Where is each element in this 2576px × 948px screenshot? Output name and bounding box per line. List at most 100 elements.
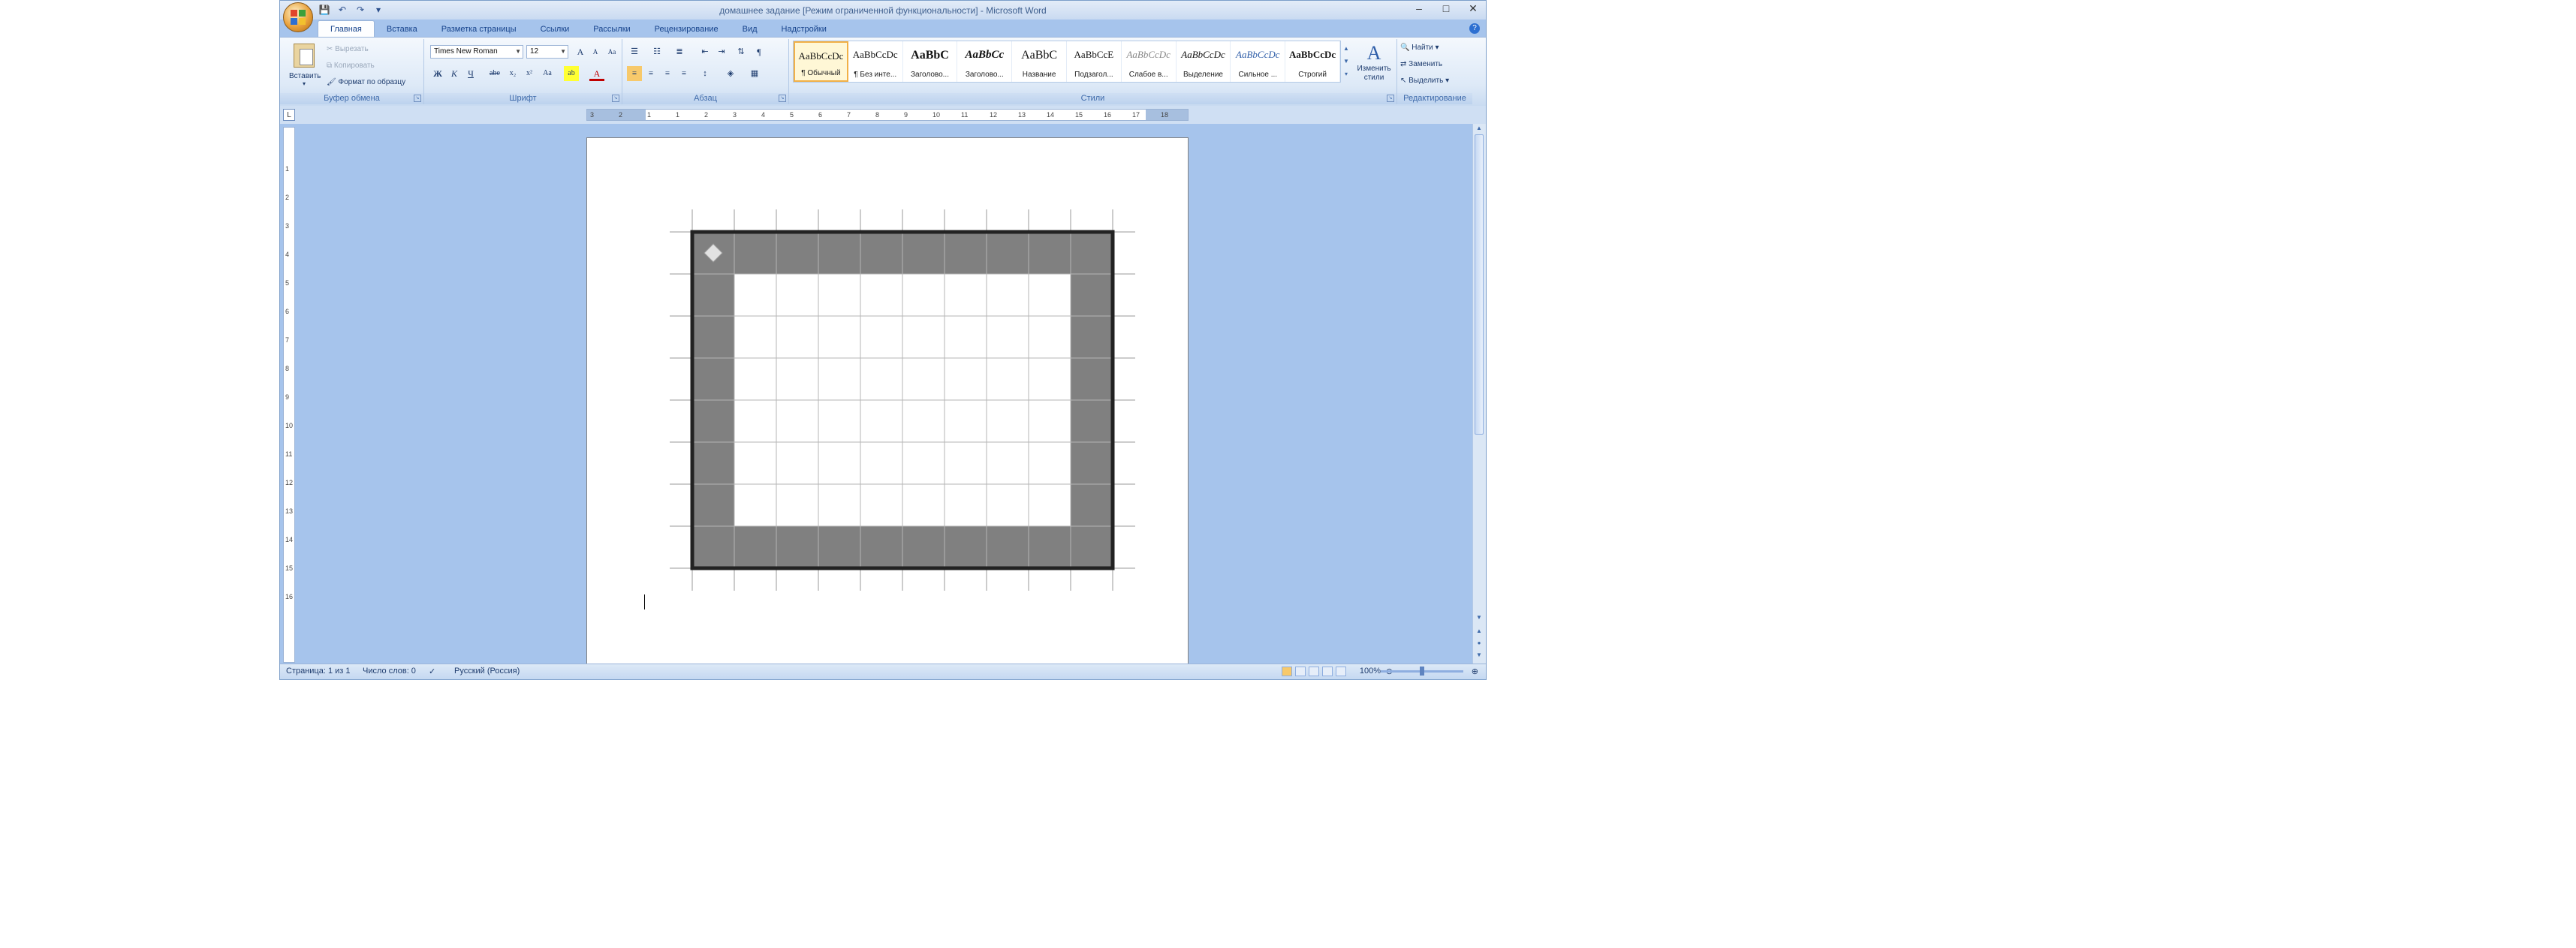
table-grid[interactable] xyxy=(670,209,1135,594)
tab-references[interactable]: Ссылки xyxy=(529,21,582,38)
zoom-in-icon[interactable]: ⊕ xyxy=(1472,667,1478,676)
next-page-icon[interactable]: ▼ xyxy=(1475,651,1484,660)
italic-button[interactable]: К xyxy=(447,66,462,81)
tab-review[interactable]: Рецензирование xyxy=(643,21,731,38)
tab-selector[interactable]: L xyxy=(283,109,295,121)
font-launcher-icon[interactable]: ↘ xyxy=(612,95,619,102)
prev-page-icon[interactable]: ▲ xyxy=(1475,627,1484,636)
maximize-button[interactable]: □ xyxy=(1438,2,1454,15)
customize-qat-icon[interactable]: ▾ xyxy=(372,4,385,16)
print-layout-view-icon[interactable] xyxy=(1282,667,1292,676)
minimize-button[interactable]: – xyxy=(1411,2,1427,15)
align-center-icon[interactable]: ≡ xyxy=(643,66,658,81)
grow-font-button[interactable]: A xyxy=(573,44,588,59)
style-intense-emphasis[interactable]: AaBbCcDc Сильное ... xyxy=(1231,41,1286,82)
numbering-icon[interactable]: ☷ xyxy=(649,44,664,59)
scroll-thumb[interactable] xyxy=(1475,134,1484,435)
line-spacing-icon[interactable]: ↕ xyxy=(697,66,713,81)
chevron-down-icon[interactable]: ▼ xyxy=(560,46,566,58)
format-painter-button[interactable]: 🖌 Формат по образцу xyxy=(327,78,405,86)
change-case-button[interactable]: Aa xyxy=(540,66,555,81)
scroll-up-icon[interactable]: ▲ xyxy=(1475,124,1484,133)
horizontal-ruler[interactable]: 3 2 1 1 2 3 4 5 6 7 8 9 10 11 12 13 14 15 16 17 18 xyxy=(586,109,1189,121)
tab-insert[interactable]: Вставка xyxy=(375,21,429,38)
find-button[interactable]: 🔍 Найти ▾ xyxy=(1400,44,1439,52)
office-button[interactable] xyxy=(283,2,313,32)
style-subtitle[interactable]: AaBbCcE Подзагол... xyxy=(1067,41,1122,82)
vertical-scrollbar[interactable]: ▲ ▼ ▲ ● ▼ xyxy=(1472,124,1486,666)
shading-icon[interactable]: ◈ xyxy=(723,66,738,81)
web-layout-view-icon[interactable] xyxy=(1309,667,1319,676)
redo-icon[interactable]: ↷ xyxy=(354,4,367,16)
tab-addins[interactable]: Надстройки xyxy=(770,21,839,38)
copy-button[interactable]: ⧉ Копировать xyxy=(327,62,375,70)
styles-launcher-icon[interactable]: ↘ xyxy=(1387,95,1394,102)
empty-cell xyxy=(776,441,819,485)
font-name-combo[interactable]: Times New Roman ▼ xyxy=(430,45,523,59)
strikethrough-button[interactable]: abe xyxy=(487,66,502,81)
status-words[interactable]: Число слов: 0 xyxy=(363,667,416,676)
vertical-ruler[interactable]: 1 2 3 4 5 6 7 8 9 10 11 12 13 14 15 16 xyxy=(283,127,295,663)
gallery-scroll[interactable]: ▲ ▼ ▾ xyxy=(1342,42,1350,81)
paste-button[interactable]: Вставить ▾ xyxy=(289,44,321,93)
empty-cell xyxy=(986,357,1029,401)
close-button[interactable]: ✕ xyxy=(1465,2,1481,15)
align-left-icon[interactable]: ≡ xyxy=(627,66,642,81)
clear-formatting-button[interactable]: Aa xyxy=(604,44,619,59)
status-language[interactable]: Русский (Россия) xyxy=(454,667,520,676)
clipboard-launcher-icon[interactable]: ↘ xyxy=(414,95,421,102)
style-strong[interactable]: AaBbCcDc Строгий xyxy=(1285,41,1340,82)
sort-icon[interactable]: ⇅ xyxy=(734,44,749,59)
align-right-icon[interactable]: ≡ xyxy=(660,66,675,81)
style-normal[interactable]: AaBbCcDc ¶ Обычный xyxy=(794,41,848,82)
style-title[interactable]: AaBbC Название xyxy=(1012,41,1067,82)
save-icon[interactable]: 💾 xyxy=(318,4,331,16)
tab-mailings[interactable]: Рассылки xyxy=(581,21,642,38)
zoom-slider-knob[interactable] xyxy=(1420,667,1424,676)
paragraph-launcher-icon[interactable]: ↘ xyxy=(779,95,786,102)
style-no-spacing[interactable]: AaBbCcDc ¶ Без инте... xyxy=(848,41,903,82)
undo-icon[interactable]: ↶ xyxy=(336,4,349,16)
status-page[interactable]: Страница: 1 из 1 xyxy=(286,667,351,676)
font-size-combo[interactable]: 12 ▼ xyxy=(526,45,568,59)
tab-home[interactable]: Главная xyxy=(318,20,375,38)
zoom-level[interactable]: 100% xyxy=(1360,667,1381,676)
browse-object-icon[interactable]: ● xyxy=(1475,639,1484,648)
change-styles-button[interactable]: A Изменить стили xyxy=(1354,42,1394,87)
decrease-indent-icon[interactable]: ⇤ xyxy=(697,44,713,59)
document-page[interactable] xyxy=(586,137,1189,667)
style-heading-2[interactable]: AaBbCc Заголово... xyxy=(957,41,1013,82)
tab-page-layout[interactable]: Разметка страницы xyxy=(429,21,529,38)
borders-icon[interactable]: ▦ xyxy=(747,66,762,81)
spelling-check-icon[interactable]: ✓ xyxy=(429,667,435,676)
font-color-button[interactable]: A xyxy=(589,66,604,81)
shaded-cell xyxy=(691,357,735,401)
bullets-icon[interactable]: ☰ xyxy=(627,44,642,59)
increase-indent-icon[interactable]: ⇥ xyxy=(714,44,729,59)
chevron-down-icon[interactable]: ▼ xyxy=(515,46,521,58)
draft-view-icon[interactable] xyxy=(1336,667,1346,676)
ribbon-tabs: Главная Вставка Разметка страницы Ссылки… xyxy=(318,20,839,38)
empty-cell xyxy=(776,483,819,527)
justify-icon[interactable]: ≡ xyxy=(676,66,691,81)
show-marks-icon[interactable]: ¶ xyxy=(752,44,767,59)
tab-view[interactable]: Вид xyxy=(731,21,770,38)
outline-view-icon[interactable] xyxy=(1322,667,1333,676)
style-heading-1[interactable]: AaBbC Заголово... xyxy=(903,41,958,82)
style-emphasis[interactable]: AaBbCcDc Выделение xyxy=(1177,41,1231,82)
multilevel-list-icon[interactable]: ≣ xyxy=(672,44,687,59)
cut-button[interactable]: ✂ Вырезать xyxy=(327,45,369,53)
bold-button[interactable]: Ж xyxy=(430,66,445,81)
highlight-button[interactable]: ab xyxy=(564,66,579,81)
select-button[interactable]: ↖ Выделить ▾ xyxy=(1400,77,1449,85)
help-icon[interactable]: ? xyxy=(1469,23,1480,34)
style-subtle-emphasis[interactable]: AaBbCcDc Слабое в... xyxy=(1122,41,1177,82)
scroll-down-icon[interactable]: ▼ xyxy=(1475,613,1484,622)
shrink-font-button[interactable]: A xyxy=(588,44,603,59)
subscript-button[interactable]: x₂ xyxy=(505,66,520,81)
replace-button[interactable]: ⇄ Заменить xyxy=(1400,60,1442,68)
vertical-ruler-tick: 6 xyxy=(285,308,290,315)
underline-button[interactable]: Ч xyxy=(463,66,478,81)
superscript-button[interactable]: x² xyxy=(522,66,537,81)
full-screen-view-icon[interactable] xyxy=(1295,667,1306,676)
